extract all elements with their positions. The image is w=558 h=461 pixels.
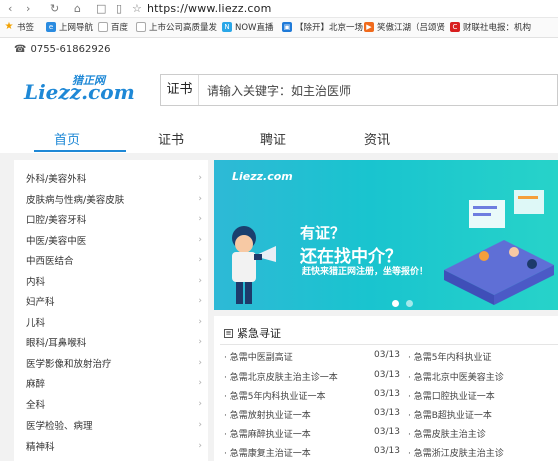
- star-icon: ★: [4, 21, 14, 32]
- nav-hiring[interactable]: 聘证: [260, 129, 286, 148]
- urgent-item[interactable]: · 急需北京中医美容主诊: [408, 370, 504, 383]
- urgent-item[interactable]: · 急需B超执业证一本: [408, 408, 492, 421]
- sidebar-category[interactable]: 妇产科 ›: [26, 291, 202, 311]
- bookmark-item[interactable]: ★ 书签: [4, 21, 35, 34]
- site-logo[interactable]: 猎正网 Liezz.com: [24, 72, 135, 104]
- urgent-item[interactable]: · 急需5年内科执业证一本: [224, 389, 325, 402]
- promo-banner[interactable]: Liezz.com 有证？ 还在找中介？ 赶快来猎正网注册，坐等报价！: [214, 160, 558, 310]
- chevron-right-icon: ›: [198, 441, 202, 451]
- tv-icon: ▣: [282, 22, 292, 32]
- home-icon[interactable]: ⌂: [74, 2, 81, 15]
- banner-illustration: [232, 190, 554, 305]
- section-title: ≡ 紧急寻证: [224, 327, 281, 340]
- urgent-date: 03/13: [374, 446, 400, 456]
- sidebar-category[interactable]: 医学检验、病理 ›: [26, 415, 202, 435]
- page-icon: [136, 22, 146, 32]
- urgent-item[interactable]: · 急需北京皮肤主治主诊一本: [224, 370, 338, 383]
- now-icon: N: [222, 22, 232, 32]
- nav-certificates[interactable]: 证书: [158, 129, 184, 148]
- urgent-item[interactable]: · 急需康复主治证一本: [224, 446, 311, 459]
- sidebar-category[interactable]: 内科 ›: [26, 271, 202, 291]
- cls-icon: C: [450, 22, 460, 32]
- bookmark-item[interactable]: ▶ 笑傲江湖（吕颂贤: [364, 21, 445, 33]
- mobile-icon[interactable]: ▯: [116, 2, 122, 15]
- sidebar-category[interactable]: 眼科/耳鼻喉科 ›: [26, 332, 202, 352]
- urgent-item[interactable]: · 急需中医副高证: [224, 350, 293, 363]
- urgent-item[interactable]: · 急需放射执业证一本: [224, 408, 311, 421]
- chevron-right-icon: ›: [198, 194, 202, 204]
- urgent-date: 03/13: [374, 350, 400, 360]
- category-sidebar: 外科/美容外科 › 皮肤病与性病/美容皮肤 › 口腔/美容牙科 › 中医/美容中医 › …: [14, 160, 208, 461]
- bookmark-item[interactable]: C 财联社电报：机构: [450, 21, 531, 33]
- sidebar-category[interactable]: 中西医结合 ›: [26, 250, 202, 270]
- bookmark-item[interactable]: N NOW直播: [222, 21, 273, 33]
- chevron-right-icon: ›: [198, 317, 202, 327]
- phone-number: ☎ 0755-61862926: [14, 44, 111, 55]
- search-input[interactable]: 请输入关键字：如主治医师: [207, 82, 351, 99]
- chevron-right-icon: ›: [198, 214, 202, 224]
- chevron-right-icon: ›: [198, 399, 202, 409]
- chevron-right-icon: ›: [198, 420, 202, 430]
- chevron-right-icon: ›: [198, 337, 202, 347]
- nav-news[interactable]: 资讯: [364, 129, 390, 148]
- urgent-item[interactable]: · 急需5年内科执业证: [408, 350, 491, 363]
- carousel-dot-active[interactable]: [392, 300, 399, 307]
- chevron-right-icon: ›: [198, 255, 202, 265]
- reload-icon[interactable]: ↻: [50, 2, 59, 15]
- list-icon: ≡: [224, 328, 233, 338]
- bookmark-item[interactable]: 百度: [98, 21, 128, 33]
- chevron-right-icon: ›: [198, 276, 202, 286]
- sidebar-category[interactable]: 麻醉 ›: [26, 373, 202, 393]
- banner-subtitle: 赶快来猎正网注册，坐等报价！: [302, 267, 429, 277]
- video-icon: ▶: [364, 22, 374, 32]
- nav-home[interactable]: 首页: [54, 129, 80, 148]
- chevron-right-icon: ›: [198, 235, 202, 245]
- urgent-item[interactable]: · 急需麻醉执业证一本: [224, 427, 311, 440]
- sidebar-category[interactable]: 皮肤病与性病/美容皮肤 ›: [26, 189, 202, 209]
- sidebar-category[interactable]: 精神科 ›: [26, 436, 202, 456]
- chevron-right-icon: ›: [198, 173, 202, 183]
- browser-address-bar: ‹ › ↻ ⌂ □ ▯ ☆ https://www.liezz.com: [0, 0, 558, 18]
- banner-headline-1: 有证？: [300, 224, 346, 242]
- bookmark-item[interactable]: e 上网导航: [46, 21, 93, 33]
- urgent-date: 03/13: [374, 389, 400, 399]
- urgent-item[interactable]: · 急需口腔执业证一本: [408, 389, 495, 402]
- url-field[interactable]: https://www.liezz.com: [147, 2, 272, 15]
- section-divider: [220, 344, 558, 345]
- tabs-icon[interactable]: □: [96, 2, 106, 15]
- carousel-dot[interactable]: [406, 300, 413, 307]
- back-icon[interactable]: ‹: [8, 2, 12, 15]
- sidebar-category[interactable]: 儿科 ›: [26, 312, 202, 332]
- sidebar-category[interactable]: 外科/美容外科 ›: [26, 168, 202, 188]
- chevron-right-icon: ›: [198, 296, 202, 306]
- search-type-select[interactable]: 证书: [161, 75, 199, 105]
- urgent-item[interactable]: · 急需皮肤主治主诊: [408, 427, 486, 440]
- urgent-date: 03/13: [374, 370, 400, 380]
- urgent-item[interactable]: · 急需浙江皮肤主治主诊: [408, 446, 504, 459]
- sidebar-category[interactable]: 中医/美容中医 ›: [26, 230, 202, 250]
- bookmark-item[interactable]: 上市公司高质量发: [136, 21, 217, 33]
- bookmark-item[interactable]: ▣ 【除开】北京一场: [282, 21, 363, 33]
- sidebar-category[interactable]: 口腔/美容牙科 ›: [26, 209, 202, 229]
- search-box[interactable]: 证书 请输入关键字：如主治医师: [160, 74, 558, 106]
- chevron-right-icon: ›: [198, 358, 202, 368]
- phone-icon: ☎: [14, 44, 27, 55]
- urgent-date: 03/13: [374, 427, 400, 437]
- urgent-section: ≡ 紧急寻证 · 急需中医副高证 03/13 · 急需5年内科执业证 · 急需北…: [214, 316, 558, 461]
- chevron-right-icon: ›: [198, 378, 202, 388]
- favorite-star-icon[interactable]: ☆: [132, 2, 142, 15]
- nav-active-indicator: [34, 150, 126, 152]
- nav-icon: e: [46, 22, 56, 32]
- sidebar-category[interactable]: 全科 ›: [26, 394, 202, 414]
- bookmarks-bar: ★ 书签 e 上网导航 百度 上市公司高质量发 N NOW直播 ▣ 【除开】北京一场 ▶…: [0, 18, 558, 38]
- sidebar-category[interactable]: 医学影像和放射治疗 ›: [26, 353, 202, 373]
- urgent-date: 03/13: [374, 408, 400, 418]
- forward-icon[interactable]: ›: [26, 2, 30, 15]
- page-icon: [98, 22, 108, 32]
